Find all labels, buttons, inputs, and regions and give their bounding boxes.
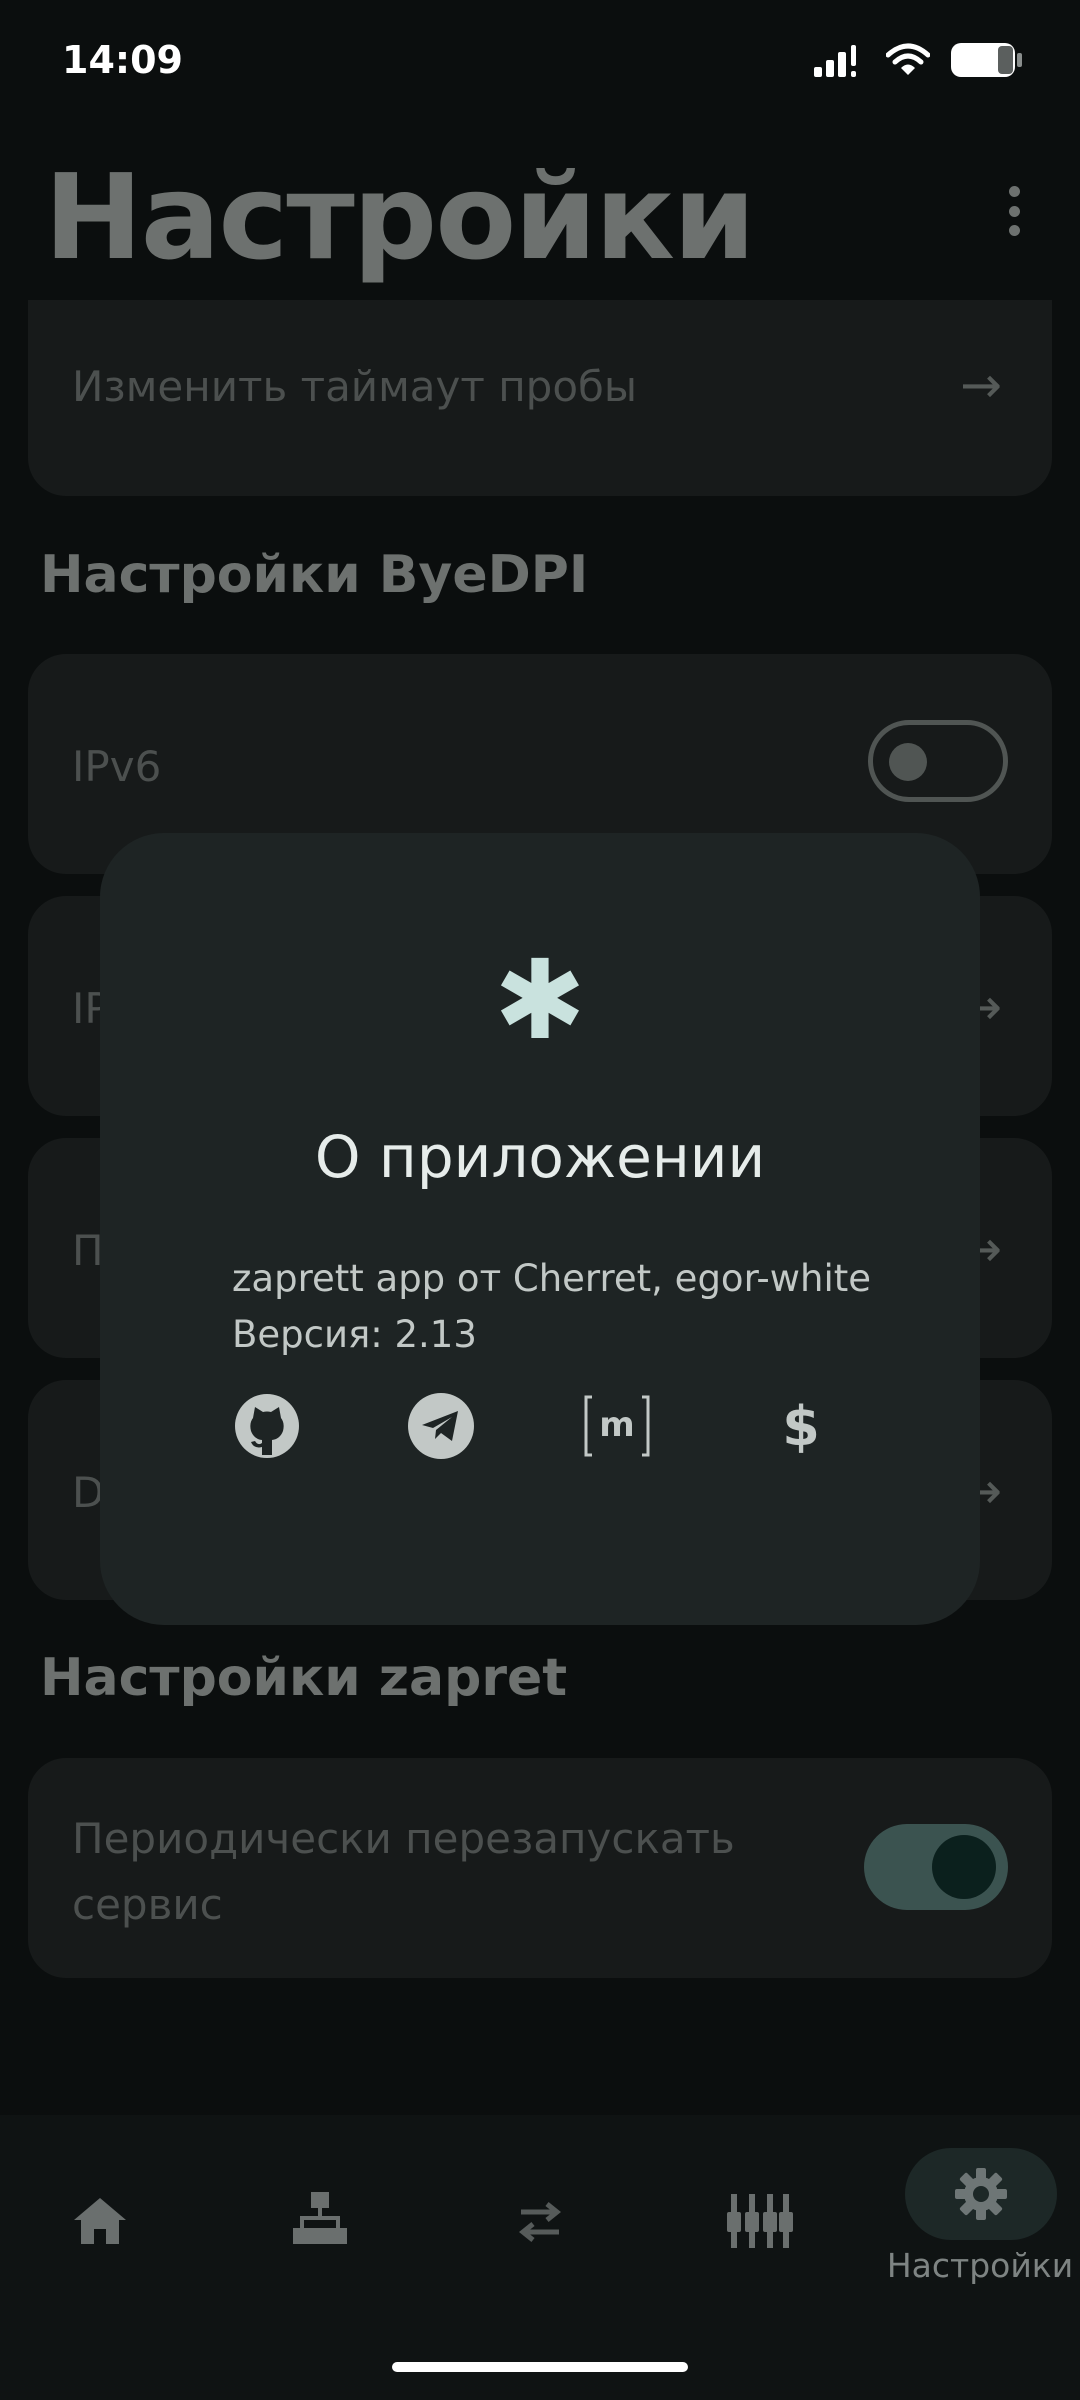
github-icon bbox=[235, 1394, 299, 1458]
about-dialog: ✱ О приложении zaprett app от Cherret, e… bbox=[100, 833, 980, 1625]
strategies-icon bbox=[518, 2202, 562, 2242]
svg-text:$: $ bbox=[782, 1395, 820, 1458]
page-title: Настройки bbox=[44, 148, 756, 286]
hosts-icon bbox=[293, 2192, 347, 2244]
dialog-version: Версия: 2.13 bbox=[232, 1313, 477, 1356]
periodic-restart-label: Периодически перезапускать сервис bbox=[72, 1814, 735, 1929]
dialog-title: О приложении bbox=[314, 1123, 766, 1191]
periodic-restart-toggle[interactable] bbox=[864, 1824, 1008, 1910]
status-time: 14:09 bbox=[62, 38, 183, 82]
nav-tuner[interactable] bbox=[680, 2148, 840, 2288]
settings-icon bbox=[955, 2168, 1007, 2220]
nav-home[interactable] bbox=[20, 2148, 180, 2288]
dialog-body: zaprett app от Cherret, egor-white Верси… bbox=[232, 1251, 871, 1363]
battery-icon bbox=[951, 43, 1022, 77]
asterisk-icon: ✱ bbox=[493, 936, 587, 1064]
svg-text:m: m bbox=[599, 1405, 634, 1445]
section-title-byedpi: Настройки ByeDPI bbox=[40, 545, 589, 605]
home-icon bbox=[74, 2198, 126, 2244]
probe-timeout-card[interactable]: Изменить таймаут пробы → bbox=[28, 300, 1052, 496]
donate-icon: $ bbox=[782, 1395, 820, 1458]
settings-card-p-label: П bbox=[72, 1226, 104, 1275]
nav-settings-label[interactable]: Настройки bbox=[880, 2246, 1080, 2285]
dialog-credits: zaprett app от Cherret, egor-white bbox=[232, 1257, 872, 1300]
github-button[interactable] bbox=[232, 1391, 302, 1461]
ipv6-label: IPv6 bbox=[72, 742, 162, 791]
telegram-button[interactable] bbox=[406, 1391, 476, 1461]
home-indicator[interactable] bbox=[392, 2362, 688, 2372]
periodic-restart-card[interactable]: Периодически перезапускать сервис bbox=[28, 1758, 1052, 1978]
signal-icon bbox=[814, 45, 856, 77]
ipv6-toggle[interactable] bbox=[868, 720, 1008, 802]
tuner-icon bbox=[727, 2194, 793, 2248]
wifi-icon bbox=[886, 43, 930, 75]
donate-button[interactable]: $ bbox=[766, 1391, 836, 1461]
nav-settings[interactable] bbox=[905, 2148, 1057, 2240]
nav-hosts[interactable] bbox=[240, 2148, 400, 2288]
nav-strategies[interactable] bbox=[460, 2148, 620, 2288]
section-title-zapret: Настройки zapret bbox=[40, 1648, 568, 1708]
dialog-links: m $ bbox=[232, 1391, 872, 1461]
probe-timeout-label: Изменить таймаут пробы bbox=[72, 362, 638, 411]
matrix-icon: m bbox=[584, 1395, 650, 1457]
more-options-icon[interactable] bbox=[1004, 186, 1024, 236]
matrix-button[interactable]: m bbox=[582, 1391, 652, 1461]
arrow-right-icon: → bbox=[960, 356, 1002, 414]
status-icons bbox=[814, 38, 1022, 82]
telegram-icon bbox=[408, 1393, 474, 1459]
